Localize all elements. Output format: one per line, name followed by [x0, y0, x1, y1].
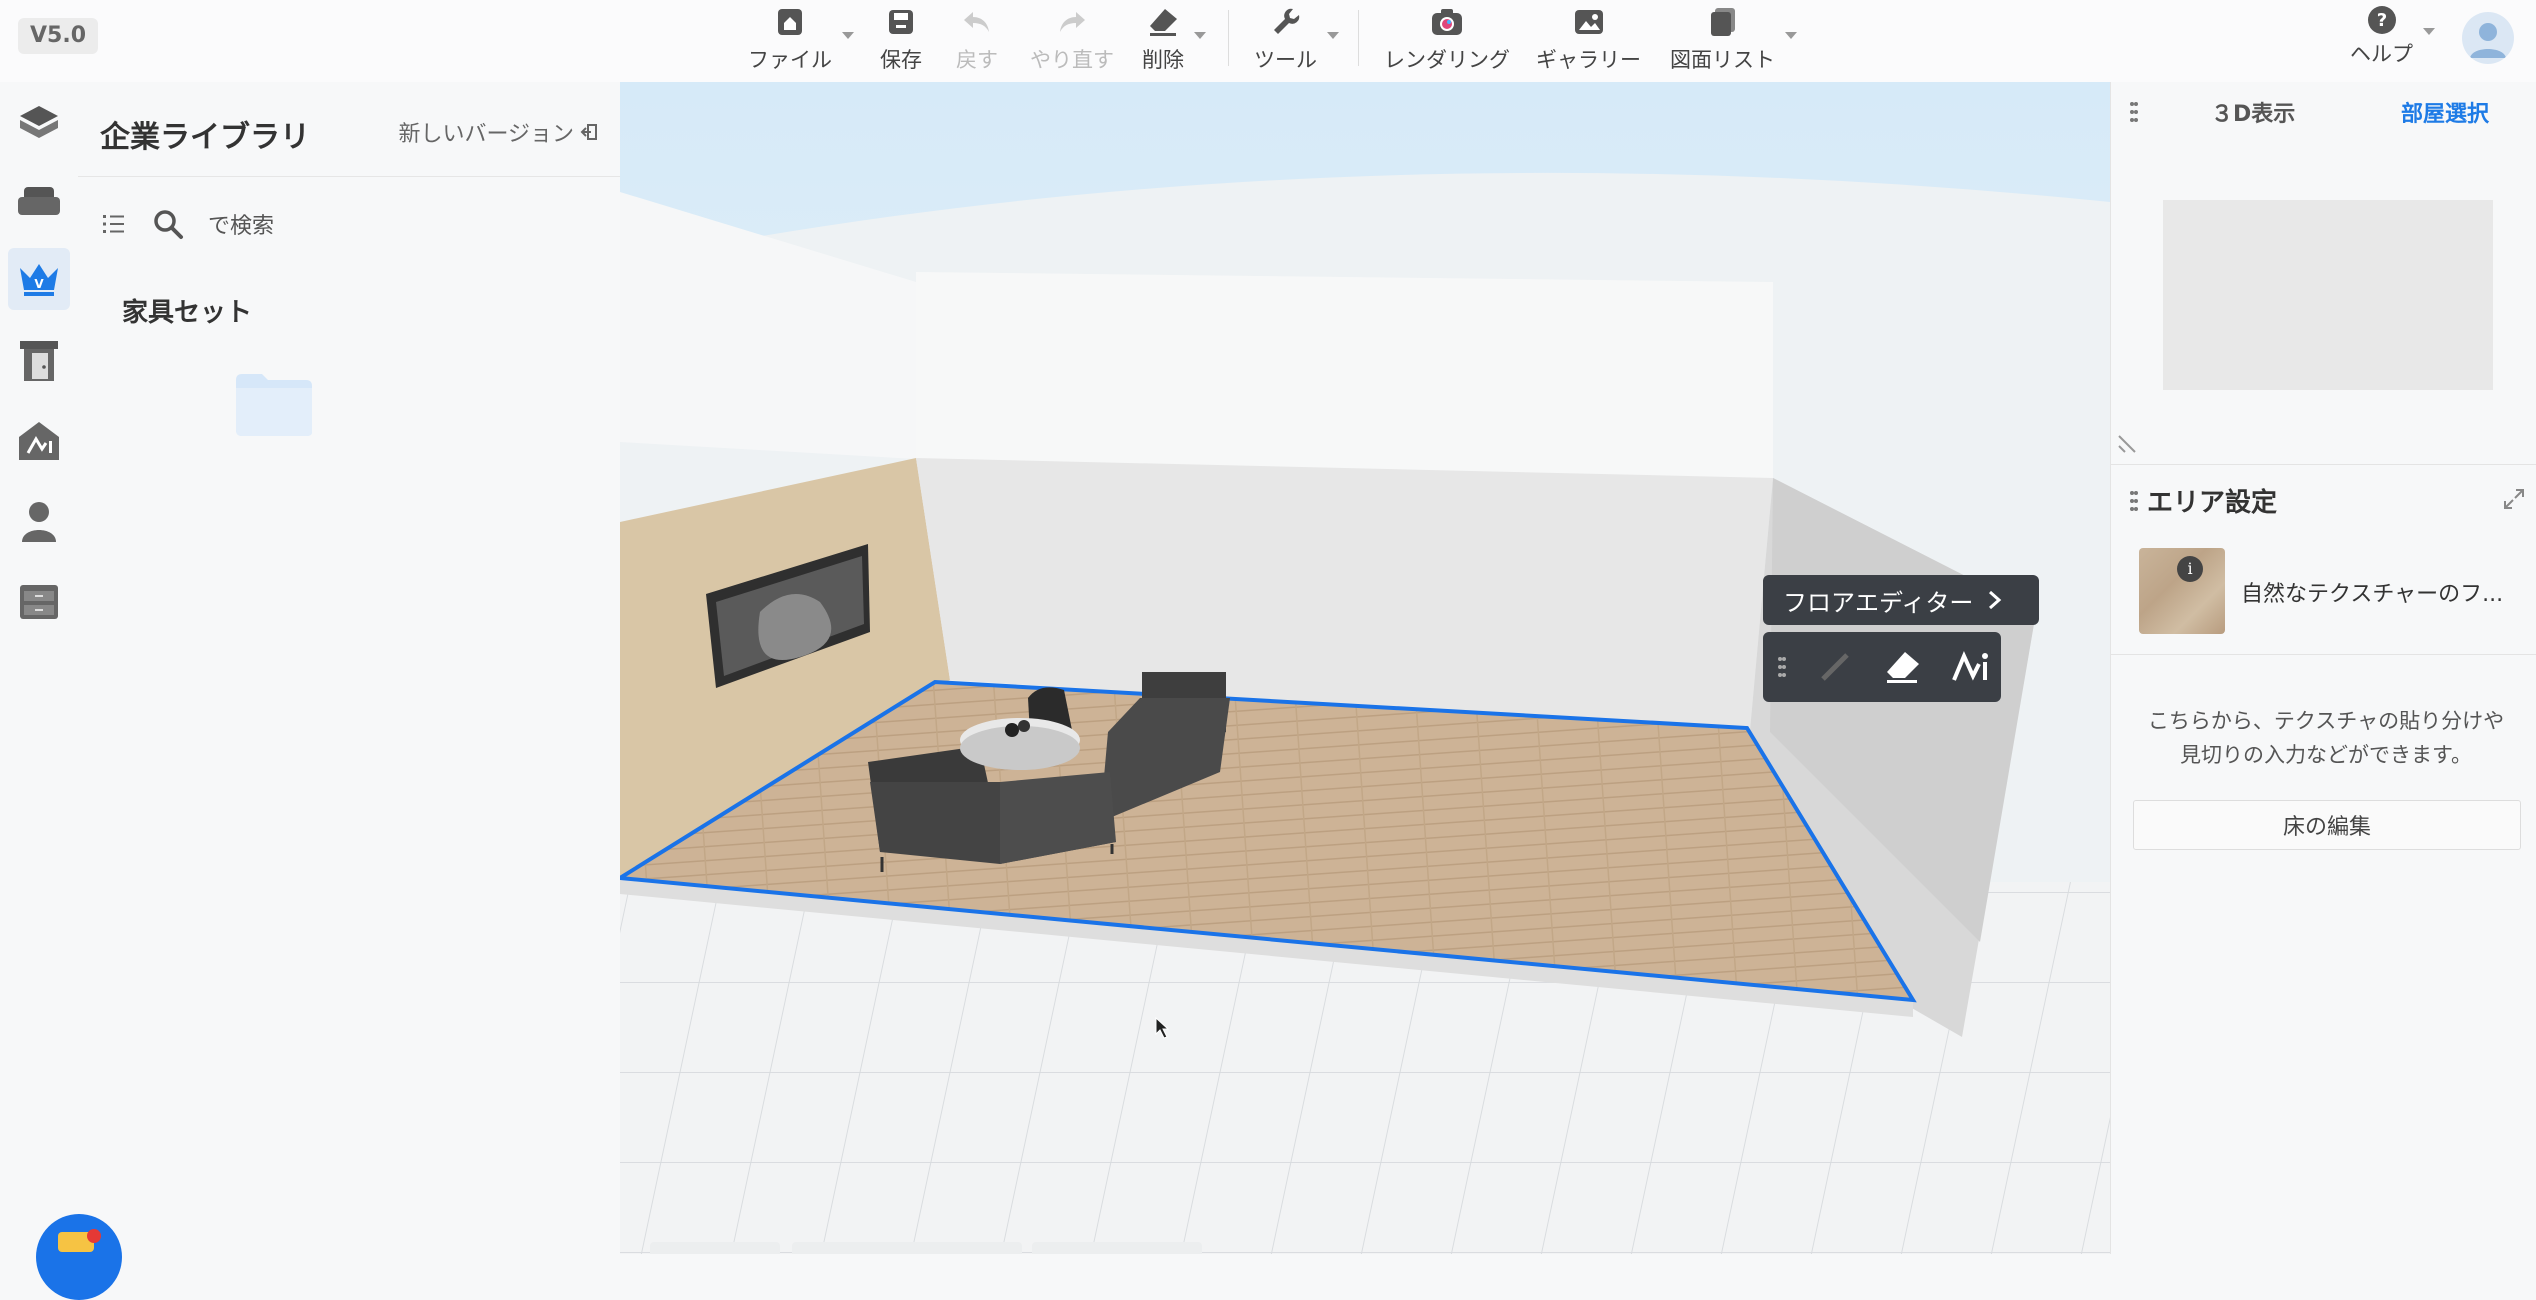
redo-icon — [1052, 4, 1092, 40]
floor-edit-button[interactable]: 床の編集 — [2133, 800, 2521, 850]
pencil-icon[interactable] — [1817, 649, 1853, 685]
person-category-icon[interactable] — [8, 490, 70, 552]
help-icon: ? — [2362, 2, 2402, 38]
info-icon[interactable]: i — [2177, 556, 2203, 582]
room-select-tab[interactable]: 部屋選択 — [2401, 96, 2489, 128]
user-icon — [2470, 23, 2506, 58]
area-settings-heading: エリア設定 — [2129, 482, 2277, 519]
floor-tools-toolbar — [1763, 632, 2001, 702]
home-icon — [770, 4, 810, 40]
chevron-down-icon — [1327, 32, 1339, 39]
section-heading: 家具セット — [122, 298, 253, 328]
library-search-bar: で検索 — [100, 200, 590, 248]
undo-button[interactable]: 戻す — [956, 4, 998, 76]
toolbar-divider — [1228, 10, 1229, 66]
chat-helper-button[interactable] — [36, 1214, 122, 1300]
delete-button[interactable]: 削除 — [1142, 4, 1206, 76]
area-settings-help-text: こちらから、テクスチャの貼り分けや 見切りの入力などができます。 — [2147, 709, 2505, 767]
search-icon[interactable] — [152, 208, 184, 240]
chevron-down-icon — [2423, 28, 2435, 35]
chat-icon — [58, 1229, 101, 1252]
resize-handle-icon[interactable] — [2115, 430, 2141, 456]
undo-icon — [957, 4, 997, 40]
image-icon — [1569, 4, 1609, 40]
eraser-icon[interactable] — [1883, 650, 1921, 684]
sofa-category-icon[interactable] — [8, 170, 70, 232]
drag-handle-icon[interactable] — [2129, 100, 2139, 124]
3d-view-tab[interactable]: ３D表示 — [2211, 96, 2295, 128]
left-category-bar: V — [0, 82, 78, 1254]
top-toolbar: V5.0 ファイル 保存 戻す やり直す 削除 ツール レンダリング ギャラリー… — [0, 0, 2536, 83]
library-panel: 企業ライブラリ 新しいバージョン で検索 家具セット — [78, 82, 621, 1254]
tools-menu-button[interactable]: ツール — [1254, 4, 1339, 76]
svg-text:V: V — [34, 277, 44, 291]
gallery-button[interactable]: ギャラリー — [1536, 4, 1641, 76]
3d-preview[interactable] — [2163, 200, 2493, 390]
drag-handle-icon[interactable] — [1777, 655, 1787, 679]
door-category-icon[interactable] — [8, 330, 70, 392]
floor-plan-category-icon[interactable] — [8, 92, 70, 154]
divider — [78, 176, 620, 177]
drawing-list-button[interactable]: 図面リスト — [1670, 4, 1797, 76]
help-button[interactable]: ? ヘルプ — [2350, 2, 2435, 74]
version-badge: V5.0 — [18, 18, 98, 54]
camera-icon — [1427, 4, 1467, 40]
search-input[interactable]: で検索 — [208, 208, 274, 240]
chevron-down-icon — [1785, 32, 1797, 39]
save-button[interactable]: 保存 — [880, 4, 922, 76]
drag-handle-icon[interactable] — [2129, 489, 2139, 513]
document-icon — [1703, 4, 1743, 40]
exit-icon — [580, 124, 597, 140]
ai-draw-icon[interactable] — [1951, 650, 1991, 684]
chevron-down-icon — [1194, 32, 1206, 39]
toolbar-divider — [1358, 10, 1359, 66]
redo-button[interactable]: やり直す — [1030, 4, 1114, 76]
floor-editor-button[interactable]: フロアエディター — [1763, 575, 2039, 625]
save-icon — [881, 4, 921, 40]
new-version-link[interactable]: 新しいバージョン — [398, 116, 598, 148]
rendering-button[interactable]: レンダリング — [1384, 4, 1510, 76]
right-panel: ３D表示 部屋選択 エリア設定 i 自然なテクスチャーのフ... こちらから、テ… — [2110, 82, 2536, 1254]
library-title: 企業ライブラリ — [100, 120, 310, 155]
avatar[interactable] — [2462, 12, 2514, 64]
file-menu-button[interactable]: ファイル — [748, 4, 854, 76]
cabinet-category-icon[interactable] — [8, 572, 70, 634]
eraser-icon — [1143, 4, 1183, 40]
expand-icon[interactable] — [2503, 488, 2525, 510]
svg-text:?: ? — [2376, 10, 2386, 31]
folder-icon[interactable] — [234, 370, 314, 442]
wrench-icon — [1266, 4, 1306, 40]
texture-name[interactable]: 自然なテクスチャーのフ... — [2241, 576, 2503, 608]
house-ai-category-icon[interactable] — [8, 410, 70, 472]
enterprise-library-category-icon[interactable]: V — [8, 248, 70, 310]
divider — [2111, 464, 2536, 465]
divider — [2111, 654, 2536, 655]
chevron-right-icon — [1989, 590, 2002, 610]
list-icon[interactable] — [100, 211, 128, 237]
chevron-down-icon — [842, 32, 854, 39]
